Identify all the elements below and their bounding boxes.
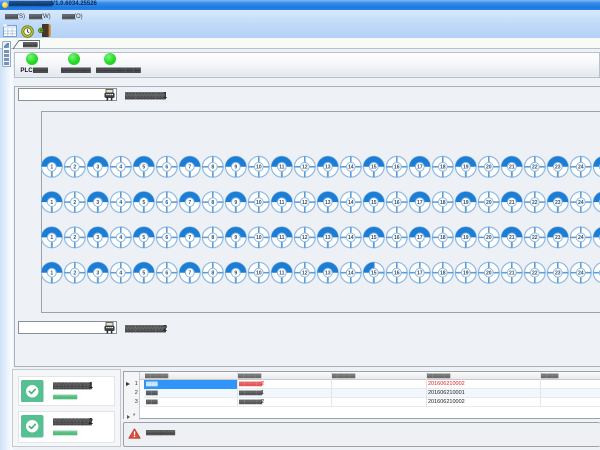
svg-text:15: 15 [371,200,377,206]
svg-text:14: 14 [348,164,354,170]
svg-text:24: 24 [578,200,584,206]
svg-text:1: 1 [50,164,53,170]
svg-text:1: 1 [50,200,53,206]
svg-text:4: 4 [119,164,122,170]
svg-text:13: 13 [325,200,331,206]
svg-text:8: 8 [211,164,214,170]
svg-text:17: 17 [417,164,423,170]
svg-text:11: 11 [279,270,285,276]
svg-text:21: 21 [509,200,515,206]
svg-text:16: 16 [394,235,400,241]
svg-text:13: 13 [325,235,331,241]
svg-text:6: 6 [165,270,168,276]
svg-text:11: 11 [279,200,285,206]
svg-text:24: 24 [578,235,584,241]
svg-text:22: 22 [532,270,538,276]
svg-text:16: 16 [394,200,400,206]
svg-text:19: 19 [463,200,469,206]
svg-text:22: 22 [532,200,538,206]
svg-text:14: 14 [348,270,354,276]
svg-text:3: 3 [96,200,99,206]
svg-text:19: 19 [463,164,469,170]
svg-text:7: 7 [188,235,191,241]
svg-text:18: 18 [440,164,446,170]
svg-text:18: 18 [440,270,446,276]
svg-text:4: 4 [119,270,122,276]
svg-text:17: 17 [417,200,423,206]
svg-text:20: 20 [486,164,492,170]
svg-text:22: 22 [532,235,538,241]
svg-text:7: 7 [188,270,191,276]
svg-text:4: 4 [119,200,122,206]
svg-text:13: 13 [325,164,331,170]
svg-text:11: 11 [279,235,285,241]
svg-text:2: 2 [73,200,76,206]
svg-text:22: 22 [532,164,538,170]
svg-text:14: 14 [348,200,354,206]
svg-text:10: 10 [256,270,262,276]
svg-text:14: 14 [348,235,354,241]
svg-text:8: 8 [211,235,214,241]
svg-text:6: 6 [165,164,168,170]
svg-text:23: 23 [555,270,561,276]
svg-text:16: 16 [394,164,400,170]
svg-text:19: 19 [463,235,469,241]
svg-text:24: 24 [578,164,584,170]
svg-text:21: 21 [509,164,515,170]
svg-text:13: 13 [325,270,331,276]
svg-text:2: 2 [73,164,76,170]
svg-text:1: 1 [50,235,53,241]
svg-text:21: 21 [509,235,515,241]
svg-text:12: 12 [302,235,308,241]
svg-text:5: 5 [142,235,145,241]
svg-text:17: 17 [417,235,423,241]
svg-text:17: 17 [417,270,423,276]
svg-text:10: 10 [256,164,262,170]
svg-text:19: 19 [463,270,469,276]
svg-text:10: 10 [256,200,262,206]
svg-text:5: 5 [142,270,145,276]
svg-text:8: 8 [211,200,214,206]
svg-text:18: 18 [440,200,446,206]
svg-text:16: 16 [394,270,400,276]
svg-text:4: 4 [119,235,122,241]
svg-text:6: 6 [165,200,168,206]
svg-text:2: 2 [73,270,76,276]
svg-text:8: 8 [211,270,214,276]
svg-text:15: 15 [371,235,377,241]
svg-text:5: 5 [142,200,145,206]
svg-text:23: 23 [555,235,561,241]
svg-text:23: 23 [555,200,561,206]
svg-text:7: 7 [188,200,191,206]
svg-text:20: 20 [486,200,492,206]
svg-text:9: 9 [234,200,237,206]
svg-text:3: 3 [96,164,99,170]
svg-text:15: 15 [371,164,377,170]
svg-text:15: 15 [371,270,377,276]
svg-text:10: 10 [256,235,262,241]
svg-text:12: 12 [302,200,308,206]
svg-text:12: 12 [302,270,308,276]
svg-text:21: 21 [509,270,515,276]
svg-text:23: 23 [555,164,561,170]
svg-text:3: 3 [96,270,99,276]
svg-text:24: 24 [578,270,584,276]
svg-text:20: 20 [486,270,492,276]
svg-text:9: 9 [234,235,237,241]
svg-text:12: 12 [302,164,308,170]
svg-text:5: 5 [142,164,145,170]
svg-text:7: 7 [188,164,191,170]
svg-text:3: 3 [96,235,99,241]
svg-text:6: 6 [165,235,168,241]
svg-text:20: 20 [486,235,492,241]
svg-text:9: 9 [234,270,237,276]
svg-text:9: 9 [234,164,237,170]
svg-text:18: 18 [440,235,446,241]
svg-text:2: 2 [73,235,76,241]
svg-text:1: 1 [50,270,53,276]
svg-text:11: 11 [279,164,285,170]
